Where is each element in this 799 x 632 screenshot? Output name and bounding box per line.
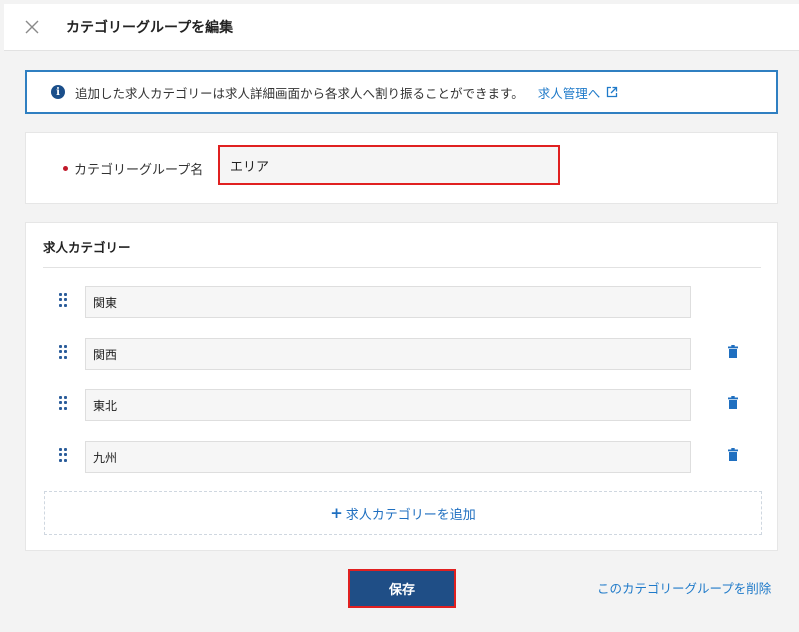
- trash-icon: [728, 345, 738, 358]
- delete-category-button[interactable]: [728, 345, 738, 358]
- delete-category-button[interactable]: [728, 448, 738, 461]
- category-input[interactable]: [85, 441, 691, 473]
- category-row: [26, 389, 779, 421]
- job-categories-card: 求人カテゴリー 関東 関西 東北 九州 + 求人カテゴリーを追加: [25, 222, 778, 551]
- add-category-button[interactable]: + 求人カテゴリーを追加: [44, 491, 762, 535]
- job-management-link-label: 求人管理へ: [537, 85, 601, 101]
- drag-handle-icon[interactable]: [59, 396, 69, 410]
- required-marker: [63, 166, 68, 171]
- job-management-link[interactable]: 求人管理へ: [538, 83, 619, 102]
- close-button[interactable]: [18, 13, 46, 41]
- add-category-label: 求人カテゴリーを追加: [345, 507, 476, 523]
- drag-handle-icon[interactable]: [59, 448, 69, 462]
- category-input[interactable]: [85, 286, 691, 318]
- category-row: [26, 338, 779, 370]
- category-input[interactable]: [85, 338, 691, 370]
- trash-icon: [728, 396, 738, 409]
- group-name-card: カテゴリーグループ名: [25, 132, 778, 204]
- categories-title: 求人カテゴリー: [43, 240, 131, 255]
- close-icon: [25, 20, 39, 34]
- save-button[interactable]: 保存: [348, 569, 456, 608]
- notice-text: 追加した求人カテゴリーは求人詳細画面から各求人へ割り振ることができます。: [75, 85, 524, 101]
- info-notice: i 追加した求人カテゴリーは求人詳細画面から各求人へ割り振ることができます。 求…: [25, 70, 778, 114]
- delete-group-link[interactable]: このカテゴリーグループを削除: [597, 578, 771, 597]
- drag-handle-icon[interactable]: [59, 345, 69, 359]
- delete-category-button[interactable]: [728, 396, 738, 409]
- category-row: [26, 286, 779, 318]
- category-row: [26, 441, 779, 473]
- category-input[interactable]: [85, 389, 691, 421]
- drag-handle-icon[interactable]: [59, 293, 69, 307]
- external-link-icon: [606, 86, 618, 98]
- divider: [43, 267, 761, 268]
- modal-header: カテゴリーグループを編集: [4, 4, 799, 51]
- trash-icon: [728, 448, 738, 461]
- info-icon: i: [51, 85, 65, 99]
- group-name-input[interactable]: [218, 145, 560, 185]
- group-name-label: カテゴリーグループ名: [74, 163, 204, 178]
- page-title: カテゴリーグループを編集: [66, 20, 234, 36]
- plus-icon: +: [330, 504, 343, 522]
